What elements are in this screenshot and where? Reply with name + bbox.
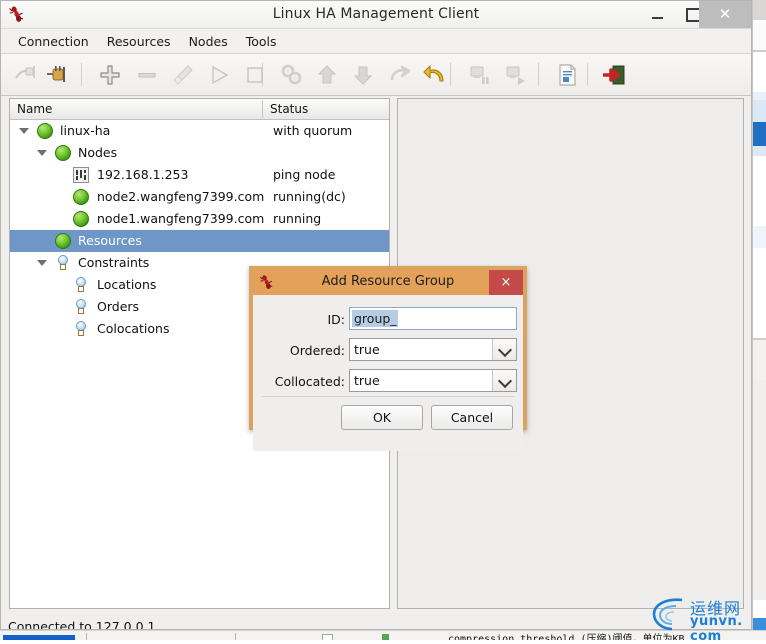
manage-icon[interactable] bbox=[278, 62, 304, 88]
tree-item-status: ping node bbox=[273, 167, 336, 182]
tree-item-label: node2.wangfeng7399.com bbox=[97, 189, 265, 204]
dialog-body: ID: group_ Ordered: true Collocated: tru… bbox=[253, 295, 523, 451]
menu-item-nodes[interactable]: Nodes bbox=[180, 31, 237, 52]
collocated-value: true bbox=[354, 373, 380, 388]
connection-status-text: Connected to 127.0.0.1 bbox=[8, 619, 156, 630]
status-bar: Connected to 127.0.0.1 bbox=[1, 613, 751, 630]
twisty-expanded-icon[interactable] bbox=[37, 150, 47, 156]
collocated-label: Collocated: bbox=[274, 374, 345, 389]
green-orb-icon bbox=[55, 145, 71, 161]
green-orb-icon bbox=[73, 189, 89, 205]
stop-icon[interactable] bbox=[242, 62, 268, 88]
menu-item-tools[interactable]: Tools bbox=[237, 31, 286, 52]
move-up-icon[interactable] bbox=[314, 62, 340, 88]
tree-row-nodes[interactable]: Nodes bbox=[10, 142, 389, 164]
start-icon[interactable] bbox=[206, 62, 232, 88]
bulb-icon bbox=[73, 277, 89, 293]
dialog-close-button[interactable]: × bbox=[489, 270, 523, 295]
dialog-title: Add Resource Group bbox=[321, 274, 455, 289]
chevron-down-icon[interactable] bbox=[492, 339, 516, 360]
ordered-select[interactable]: true bbox=[349, 338, 517, 361]
tree-row-resources[interactable]: Resources bbox=[10, 230, 389, 252]
close-button[interactable]: ✕ bbox=[699, 1, 751, 28]
background-checkbox bbox=[322, 634, 333, 640]
tree-item-label: 192.168.1.253 bbox=[97, 167, 189, 182]
dialog-title-bar: Add Resource Group × bbox=[253, 270, 523, 295]
cleanup-icon[interactable] bbox=[170, 62, 196, 88]
tree-item-label: Nodes bbox=[78, 145, 118, 160]
bulb-icon bbox=[73, 321, 89, 337]
field-row-id: ID: group_ bbox=[253, 307, 523, 332]
standby-icon[interactable] bbox=[467, 62, 493, 88]
menu-bar: Connection Resources Nodes Tools bbox=[1, 29, 751, 54]
tree-row-ping-node[interactable]: 192.168.1.253 ping node bbox=[10, 164, 389, 186]
tree-row-node1[interactable]: node1.wangfeng7399.com running bbox=[10, 208, 389, 230]
close-icon: ✕ bbox=[718, 5, 732, 23]
add-icon[interactable] bbox=[97, 62, 123, 88]
background-taskbar-chip bbox=[3, 635, 75, 640]
toolbar bbox=[1, 54, 751, 96]
column-header-name[interactable]: Name bbox=[17, 102, 52, 116]
ordered-label: Ordered: bbox=[289, 343, 345, 358]
tree-item-label: Locations bbox=[97, 277, 157, 292]
cib-doc-icon[interactable] bbox=[554, 62, 580, 88]
tree-item-label: node1.wangfeng7399.com bbox=[97, 211, 265, 226]
twisty-expanded-icon[interactable] bbox=[19, 128, 29, 134]
green-orb-icon bbox=[55, 233, 71, 249]
cancel-button[interactable]: Cancel bbox=[431, 405, 513, 430]
tree-item-label: Resources bbox=[78, 233, 142, 248]
ordered-value: true bbox=[354, 342, 380, 357]
menu-item-resources[interactable]: Resources bbox=[98, 31, 180, 52]
id-input[interactable]: group_ bbox=[349, 307, 517, 330]
migrate-icon[interactable] bbox=[386, 62, 412, 88]
green-orb-icon bbox=[73, 211, 89, 227]
activate-icon[interactable] bbox=[503, 62, 529, 88]
close-icon: × bbox=[500, 275, 512, 290]
tree-column-header: Name Status bbox=[10, 99, 389, 120]
tree-item-status: running(dc) bbox=[273, 189, 346, 204]
green-orb-icon bbox=[37, 123, 53, 139]
id-label: ID: bbox=[327, 312, 345, 327]
field-row-ordered: Ordered: true bbox=[253, 338, 523, 363]
column-header-status[interactable]: Status bbox=[270, 102, 308, 116]
minimize-button[interactable] bbox=[639, 1, 675, 28]
dialog-divider bbox=[261, 396, 515, 397]
ok-button[interactable]: OK bbox=[341, 405, 423, 430]
toolbar-separator-1 bbox=[81, 63, 82, 86]
bulb-icon bbox=[73, 299, 89, 315]
collocated-select[interactable]: true bbox=[349, 369, 517, 392]
unmigrate-icon[interactable] bbox=[422, 62, 448, 88]
title-bar: Linux HA Management Client ✕ bbox=[1, 1, 751, 29]
tree-item-label: Orders bbox=[97, 299, 140, 314]
bulb-icon bbox=[55, 255, 71, 271]
move-down-icon[interactable] bbox=[350, 62, 376, 88]
toolbar-separator-5 bbox=[587, 63, 588, 86]
tree-item-label: linux-ha bbox=[60, 123, 111, 138]
tree-row-node2[interactable]: node2.wangfeng7399.com running(dc) bbox=[10, 186, 389, 208]
tree-item-label: Colocations bbox=[97, 321, 170, 336]
ping-node-icon bbox=[73, 167, 89, 183]
toolbar-separator-4 bbox=[538, 63, 539, 86]
field-row-collocated: Collocated: true bbox=[253, 369, 523, 394]
tree-item-status: running bbox=[273, 211, 322, 226]
background-window-right-edge bbox=[752, 0, 766, 639]
connect-icon[interactable] bbox=[45, 62, 71, 88]
tree-item-label: Constraints bbox=[78, 255, 150, 270]
application-window: Linux HA Management Client ✕ Connection … bbox=[0, 0, 752, 630]
toolbar-separator-3 bbox=[450, 63, 451, 86]
minimize-icon bbox=[651, 16, 663, 19]
background-green-marker bbox=[382, 634, 389, 640]
column-divider[interactable] bbox=[262, 100, 263, 118]
menu-item-connection[interactable]: Connection bbox=[9, 31, 98, 52]
disconnect-icon[interactable] bbox=[13, 62, 39, 88]
exit-icon[interactable] bbox=[601, 62, 627, 88]
twisty-expanded-icon[interactable] bbox=[37, 260, 47, 266]
id-input-value: group_ bbox=[352, 310, 398, 327]
tree-item-status: with quorum bbox=[273, 123, 353, 138]
add-resource-group-dialog: Add Resource Group × ID: group_ Ordered:… bbox=[249, 266, 527, 451]
chevron-down-icon[interactable] bbox=[492, 370, 516, 391]
tree-row-linux-ha[interactable]: linux-ha with quorum bbox=[10, 120, 389, 142]
remove-icon[interactable] bbox=[134, 62, 160, 88]
